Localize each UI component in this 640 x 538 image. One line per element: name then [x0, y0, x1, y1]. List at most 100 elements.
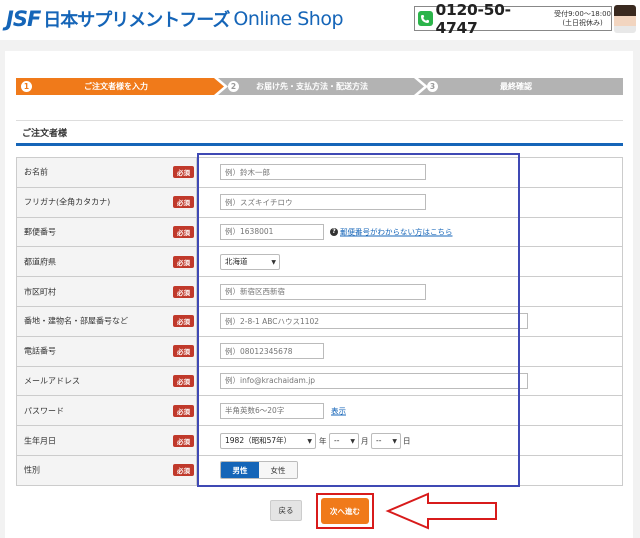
- row-field-cell: 男性 女性: [197, 456, 622, 485]
- email-label: メールアドレス: [24, 376, 80, 386]
- address-label: 番地・建物名・部屋番号など: [24, 316, 128, 326]
- phone-icon: [418, 11, 433, 26]
- name-input[interactable]: [220, 164, 426, 181]
- city-input[interactable]: [220, 283, 426, 300]
- birth-year-value: 1982（昭和57年）: [225, 436, 292, 446]
- row-label-cell: 郵便番号 必須: [17, 217, 197, 247]
- birth-month-select[interactable]: -- ▼: [329, 432, 359, 449]
- next-button[interactable]: 次へ進む: [321, 498, 369, 524]
- required-badge: 必須: [173, 166, 194, 179]
- required-badge: 必須: [173, 404, 194, 417]
- birth-day-value: --: [376, 436, 382, 446]
- form-row-password: パスワード 必須 表示: [16, 396, 623, 427]
- row-field-cell: 表示: [197, 396, 622, 425]
- section-underline: [16, 143, 623, 146]
- form-row-gender: 性別 必須 男性 女性: [16, 455, 623, 486]
- form-row-address: 番地・建物名・部屋番号など 必須: [16, 306, 623, 337]
- required-badge: 必須: [173, 315, 194, 328]
- required-badge: 必須: [173, 434, 194, 447]
- address-input[interactable]: [220, 313, 528, 330]
- birth-day-select[interactable]: -- ▼: [371, 432, 401, 449]
- annotation-arrow-icon: [385, 492, 497, 530]
- step-2-label: お届け先・支払方法・配送方法: [256, 82, 368, 91]
- staff-avatar: [614, 5, 636, 33]
- phone-contact[interactable]: 0120-50-4747 受付9:00～18:00 (土日祝休み): [414, 1, 612, 37]
- tel-label: 電話番号: [24, 346, 56, 356]
- step-1-number: 1: [21, 81, 32, 92]
- step-3-label: 最終確認: [500, 82, 532, 91]
- chevron-down-icon: ▼: [392, 437, 397, 445]
- site-logo[interactable]: JSF 日本サプリメントフーズ Online Shop: [6, 6, 344, 32]
- row-label-cell: パスワード 必須: [17, 396, 197, 426]
- password-input[interactable]: [220, 402, 324, 419]
- row-label-cell: 性別 必須: [17, 455, 197, 485]
- birthday-label: 生年月日: [24, 436, 56, 446]
- phone-number: 0120-50-4747: [435, 0, 511, 37]
- gender-label: 性別: [24, 465, 40, 475]
- prefecture-select[interactable]: 北海道 ▼: [220, 253, 280, 270]
- row-label-cell: お名前 必須: [17, 158, 197, 187]
- form-row-kana: フリガナ(全角カタカナ) 必須: [16, 187, 623, 218]
- row-field-cell: ? 郵便番号がわからない方はこちら: [197, 218, 622, 247]
- form-row-zip: 郵便番号 必須 ? 郵便番号がわからない方はこちら: [16, 217, 623, 248]
- orderer-form: お名前 必須 フリガナ(全角カタカナ) 必須 郵便番号 必須 ? 郵便番号がわか…: [16, 157, 623, 486]
- business-hours: 受付9:00～18:00 (土日祝休み): [554, 10, 611, 27]
- tel-input[interactable]: [220, 343, 324, 360]
- prefecture-label: 都道府県: [24, 257, 56, 267]
- form-row-email: メールアドレス 必須: [16, 366, 623, 397]
- kana-input[interactable]: [220, 194, 426, 211]
- row-label-cell: 生年月日 必須: [17, 426, 197, 455]
- email-input[interactable]: [220, 372, 528, 389]
- day-unit: 日: [403, 436, 411, 446]
- help-icon: ?: [330, 227, 338, 236]
- site-header: JSF 日本サプリメントフーズ Online Shop 0120-50-4747…: [0, 0, 640, 40]
- required-badge: 必須: [173, 196, 194, 209]
- zip-input[interactable]: [220, 223, 324, 240]
- show-password-link[interactable]: 表示: [331, 405, 346, 416]
- row-field-cell: [197, 367, 622, 396]
- chevron-down-icon: ▼: [307, 437, 312, 445]
- row-field-cell: [197, 277, 622, 306]
- row-field-cell: [197, 307, 622, 336]
- logo-mark: JSF: [6, 7, 41, 31]
- prefecture-value: 北海道: [225, 257, 248, 267]
- row-field-cell: [197, 188, 622, 217]
- row-label-cell: メールアドレス 必須: [17, 366, 197, 396]
- form-row-birthday: 生年月日 必須 1982（昭和57年） ▼ 年 -- ▼ 月 -- ▼ 日: [16, 426, 623, 456]
- section-divider: [16, 120, 623, 121]
- step-3-number: 3: [427, 81, 438, 92]
- birth-year-select[interactable]: 1982（昭和57年） ▼: [220, 432, 316, 449]
- password-label: パスワード: [24, 406, 64, 416]
- gender-female-option[interactable]: 女性: [259, 462, 297, 479]
- month-unit: 月: [361, 436, 369, 446]
- row-field-cell: [197, 337, 622, 366]
- chevron-down-icon: ▼: [271, 258, 276, 266]
- required-badge: 必須: [173, 255, 194, 268]
- step-2-number: 2: [228, 81, 239, 92]
- gender-toggle: 男性 女性: [220, 461, 298, 480]
- zip-lookup-link[interactable]: 郵便番号がわからない方はこちら: [340, 226, 453, 237]
- row-field-cell: 北海道 ▼: [197, 247, 622, 276]
- year-unit: 年: [319, 436, 327, 446]
- back-button[interactable]: 戻る: [270, 500, 302, 521]
- row-label-cell: 市区町村 必須: [17, 277, 197, 306]
- row-label-cell: 番地・建物名・部屋番号など 必須: [17, 306, 197, 336]
- row-field-cell: 1982（昭和57年） ▼ 年 -- ▼ 月 -- ▼ 日: [197, 426, 622, 455]
- kana-label: フリガナ(全角カタカナ): [24, 197, 111, 207]
- row-field-cell: [197, 158, 622, 187]
- row-label-cell: 電話番号 必須: [17, 336, 197, 366]
- form-row-tel: 電話番号 必須: [16, 336, 623, 367]
- form-row-name: お名前 必須: [16, 158, 623, 188]
- hours-line-2: (土日祝休み): [562, 18, 603, 27]
- required-badge: 必須: [173, 374, 194, 387]
- row-label-cell: 都道府県 必須: [17, 247, 197, 277]
- logo-name: 日本サプリメントフーズ: [43, 10, 230, 31]
- city-label: 市区町村: [24, 287, 56, 297]
- required-badge: 必須: [173, 345, 194, 358]
- gender-male-option[interactable]: 男性: [221, 462, 259, 479]
- required-badge: 必須: [173, 285, 194, 298]
- step-1-label: ご注文者様を入力: [84, 82, 148, 91]
- section-title: ご注文者様: [22, 129, 68, 139]
- form-row-city: 市区町村 必須: [16, 277, 623, 307]
- zip-label: 郵便番号: [24, 227, 56, 237]
